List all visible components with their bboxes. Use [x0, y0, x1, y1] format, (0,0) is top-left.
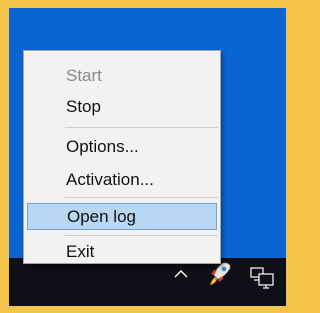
menu-item-options[interactable]: Options... — [27, 135, 217, 159]
menu-separator — [65, 127, 218, 128]
menu-separator — [65, 197, 218, 198]
monitor-network-icon[interactable] — [249, 266, 275, 290]
menu-item-start[interactable]: Start — [27, 64, 217, 88]
menu-separator — [65, 235, 218, 236]
chevron-up-icon[interactable] — [173, 266, 189, 282]
rocket-icon[interactable] — [208, 261, 232, 287]
menu-item-open-log[interactable]: Open log — [27, 203, 217, 230]
menu-item-exit[interactable]: Exit — [27, 242, 217, 262]
menu-item-stop[interactable]: Stop — [27, 95, 217, 119]
tray-context-menu: Start Stop Options... Activation... Open… — [23, 50, 221, 264]
taskbar — [9, 258, 286, 306]
menu-item-activation[interactable]: Activation... — [27, 168, 217, 192]
